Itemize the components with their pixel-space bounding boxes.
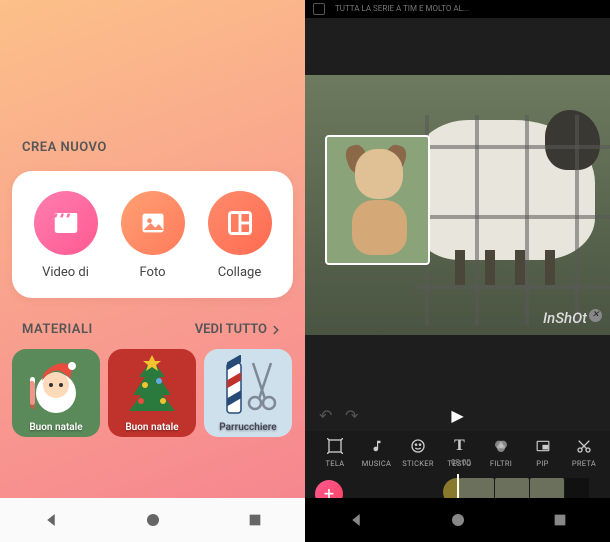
see-all-button[interactable]: VEDI TUTTO [195, 322, 283, 337]
create-photo-button[interactable]: Foto [121, 191, 185, 280]
goat-head [545, 110, 600, 170]
create-collage-button[interactable]: Collage [208, 191, 272, 280]
music-icon [368, 437, 386, 455]
text-icon: T [451, 437, 469, 455]
watermark[interactable]: InShOt✕ [543, 309, 602, 327]
pip-icon [534, 437, 552, 455]
canvas-icon [326, 437, 344, 455]
material-card-barber[interactable]: Parrucchiere [204, 349, 292, 437]
material-card-santa[interactable]: Buon natale [12, 349, 100, 437]
create-heading: CREA NUOVO [0, 140, 305, 155]
create-collage-label: Collage [218, 265, 261, 280]
playback-bar: ↶ ↷ ▶ [305, 399, 610, 431]
tool-label: TELA [326, 459, 345, 468]
tool-sticker[interactable]: STICKER [400, 437, 436, 468]
tool-label: MUSICA [362, 459, 391, 468]
cut-icon [575, 437, 593, 455]
create-photo-label: Foto [139, 265, 165, 280]
android-nav-bar-right [305, 498, 610, 542]
video-preview[interactable]: InShOt✕ [305, 0, 610, 399]
materials-header: MATERIALI VEDI TUTTO [0, 322, 305, 337]
nav-home-icon[interactable] [449, 511, 467, 529]
create-card: Video di Foto Collage [12, 171, 293, 298]
see-all-label: VEDI TUTTO [195, 322, 267, 337]
barber-icon [219, 355, 277, 423]
close-icon[interactable]: ✕ [589, 309, 602, 322]
goat-legs [445, 250, 565, 285]
redo-button[interactable]: ↷ [345, 406, 358, 425]
material-label: Buon natale [29, 422, 82, 433]
tool-tela[interactable]: TELA [317, 437, 353, 468]
materials-row: Buon natale Buon natale Parrucchiere [0, 349, 305, 437]
nav-recents-icon[interactable] [247, 512, 263, 528]
filter-icon [492, 437, 510, 455]
undo-button[interactable]: ↶ [319, 406, 332, 425]
tool-label: STICKER [402, 459, 434, 468]
android-nav-bar-left [0, 498, 305, 542]
tool-pip[interactable]: PIP [525, 437, 561, 468]
create-video-button[interactable]: Video di [34, 191, 98, 280]
pip-overlay[interactable] [325, 135, 430, 265]
create-video-label: Video di [42, 265, 89, 280]
video-icon [34, 191, 98, 255]
christmas-tree-icon [123, 355, 181, 419]
editor-screen: TUTTA LA SERIE A TIM E MOLTO AL... InShO… [305, 0, 610, 542]
material-label: Buon natale [125, 422, 178, 433]
nav-home-icon[interactable] [144, 511, 162, 529]
video-frame: InShOt✕ [305, 75, 610, 335]
home-screen: CREA NUOVO Video di Foto Collage MATERIA… [0, 0, 305, 542]
nav-back-icon[interactable] [347, 511, 365, 529]
sticker-icon [409, 437, 427, 455]
materials-heading: MATERIALI [22, 322, 93, 337]
nav-recents-icon[interactable] [552, 512, 568, 528]
tool-preta[interactable]: PRETA [566, 437, 602, 468]
photo-icon [121, 191, 185, 255]
tool-musica[interactable]: MUSICA [359, 437, 395, 468]
timecode: 00:00 [451, 458, 471, 467]
santa-icon [24, 357, 88, 417]
material-label: Parrucchiere [219, 422, 276, 433]
nav-back-icon[interactable] [42, 511, 60, 529]
chevron-right-icon [269, 323, 283, 337]
collage-icon [208, 191, 272, 255]
tool-label: FILTRI [490, 459, 512, 468]
watermark-text: InShOt [543, 309, 587, 327]
material-card-tree[interactable]: Buon natale [108, 349, 196, 437]
play-button[interactable]: ▶ [451, 406, 463, 425]
tool-filtri[interactable]: FILTRI [483, 437, 519, 468]
tool-label: PRETA [572, 459, 596, 468]
tool-label: PIP [536, 459, 548, 468]
